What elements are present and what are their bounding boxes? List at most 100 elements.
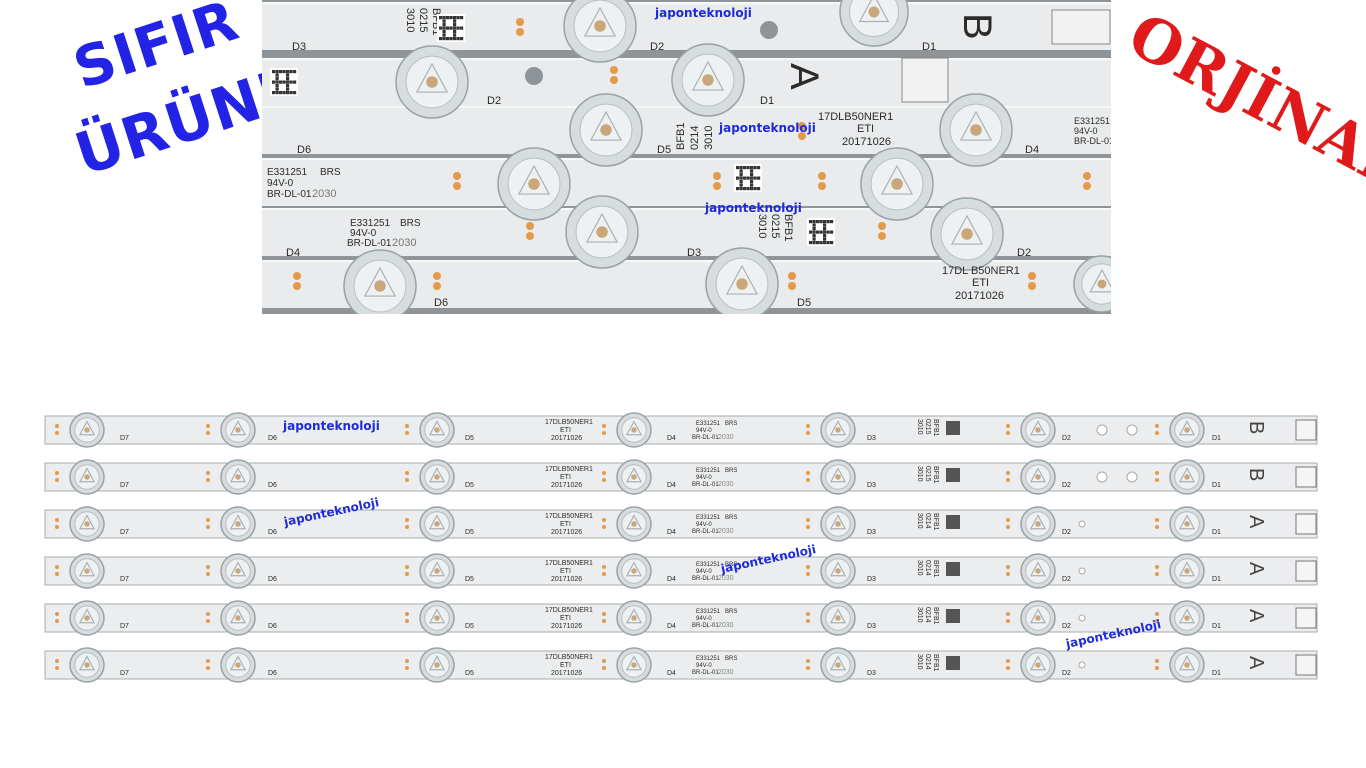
- led-chip: [235, 568, 241, 574]
- cert-label: E331251: [696, 468, 721, 474]
- led-chip: [434, 615, 440, 621]
- code-cell: [286, 87, 290, 91]
- solder-pad: [806, 424, 810, 428]
- solder-pad: [206, 572, 210, 576]
- brs-label: BRS: [725, 656, 737, 662]
- solder-pad: [602, 659, 606, 663]
- code-label: BR-DL-01: [692, 576, 719, 582]
- mounting-hole: [1126, 471, 1138, 483]
- led-strip-row: D7 D6 D5 D4 D3 D2 D1 17DLB50NER1ETI20171026 E331…: [44, 412, 1318, 448]
- code-cell: [819, 220, 823, 224]
- code-cell: [823, 241, 827, 245]
- code-cell: [816, 220, 820, 224]
- solder-pad: [1155, 612, 1159, 616]
- code-cell: [442, 19, 446, 23]
- led-lens: [705, 247, 779, 314]
- led-chip: [235, 662, 241, 668]
- code-cell: [460, 37, 464, 41]
- led-chip: [970, 124, 982, 136]
- batch-label: 3010: [916, 466, 923, 482]
- code-cell: [750, 173, 754, 177]
- led-lens: [69, 647, 105, 683]
- solder-pad: [405, 471, 409, 475]
- diode-label: D1: [1212, 623, 1221, 630]
- solder-pad: [206, 518, 210, 522]
- code-cell: [282, 70, 286, 74]
- code-cell: [275, 77, 279, 81]
- led-lens: [930, 197, 1004, 271]
- code-cell: [282, 91, 286, 95]
- solder-pad: [1006, 424, 1010, 428]
- solder-pad: [206, 565, 210, 569]
- code-cell: [293, 70, 297, 74]
- diode-label: D1: [1212, 435, 1221, 442]
- solder-pad: [1155, 659, 1159, 663]
- code-cell: [449, 26, 453, 30]
- led-chip: [891, 178, 903, 190]
- solder-pad: [602, 431, 606, 435]
- diode-label: D6: [268, 482, 277, 489]
- model-label: 17DLB50NER1: [545, 560, 593, 567]
- led-lens: [343, 249, 417, 314]
- batch-label: 3010: [703, 126, 715, 150]
- code-cell: [289, 70, 293, 74]
- model-label: 17DLB50NER1: [545, 513, 593, 520]
- solder-pad: [55, 666, 59, 670]
- diode-label-d5: D5: [797, 297, 811, 309]
- strip-edge: [262, 2, 1111, 4]
- eti-label: ETI: [560, 615, 571, 622]
- code-label: BR-DL-01: [267, 189, 312, 200]
- mounting-hole: [1126, 424, 1138, 436]
- solder-pad: [293, 282, 301, 290]
- diode-label: D5: [465, 529, 474, 536]
- code-cell: [442, 37, 446, 41]
- solder-pad: [206, 525, 210, 529]
- led-lens: [419, 553, 455, 589]
- strip-letter: A: [1245, 562, 1267, 576]
- code-cell: [446, 26, 450, 30]
- solder-pad: [206, 431, 210, 435]
- led-lens: [419, 647, 455, 683]
- solder-pad: [1155, 471, 1159, 475]
- solder-pad: [602, 612, 606, 616]
- code-cell: [439, 16, 443, 20]
- led-chip: [1035, 521, 1041, 527]
- led-lens: [616, 553, 652, 589]
- code-cell: [286, 80, 290, 84]
- code-cell: [753, 187, 757, 191]
- solder-pad: [405, 619, 409, 623]
- eti-label: ETI: [972, 277, 989, 289]
- batch-label: 3010: [916, 560, 923, 576]
- code-cell: [446, 37, 450, 41]
- solder-pad: [1083, 172, 1091, 180]
- solder-pad: [1006, 659, 1010, 663]
- led-lens: [860, 147, 934, 221]
- code-num-label: 2030: [718, 434, 734, 441]
- code-cell: [812, 241, 816, 245]
- date-label: 20171026: [551, 576, 582, 583]
- led-chip: [1035, 662, 1041, 668]
- solder-pad: [55, 565, 59, 569]
- solder-pad: [806, 471, 810, 475]
- batch-label: 0215: [417, 8, 429, 32]
- code-cell: [739, 176, 743, 180]
- code-cell: [826, 220, 830, 224]
- code-cell: [286, 73, 290, 77]
- code-cell: [286, 70, 290, 74]
- led-chip: [1035, 568, 1041, 574]
- batch-label: 0215: [769, 214, 781, 238]
- code-cell: [753, 166, 757, 170]
- date-label: 20171026: [551, 529, 582, 536]
- code-cell: [453, 19, 457, 23]
- solder-pad: [878, 222, 886, 230]
- led-lens: [69, 459, 105, 495]
- rating-label: 94V-0: [696, 569, 712, 575]
- code-label: BR-DL-01: [692, 482, 719, 488]
- diode-label: D7: [120, 576, 129, 583]
- code-cell: [453, 37, 457, 41]
- model-label: 17DLB50NER1: [545, 419, 593, 426]
- data-matrix-code: [946, 562, 960, 576]
- diode-label: D3: [867, 435, 876, 442]
- code-cell: [275, 87, 279, 91]
- solder-pad: [806, 572, 810, 576]
